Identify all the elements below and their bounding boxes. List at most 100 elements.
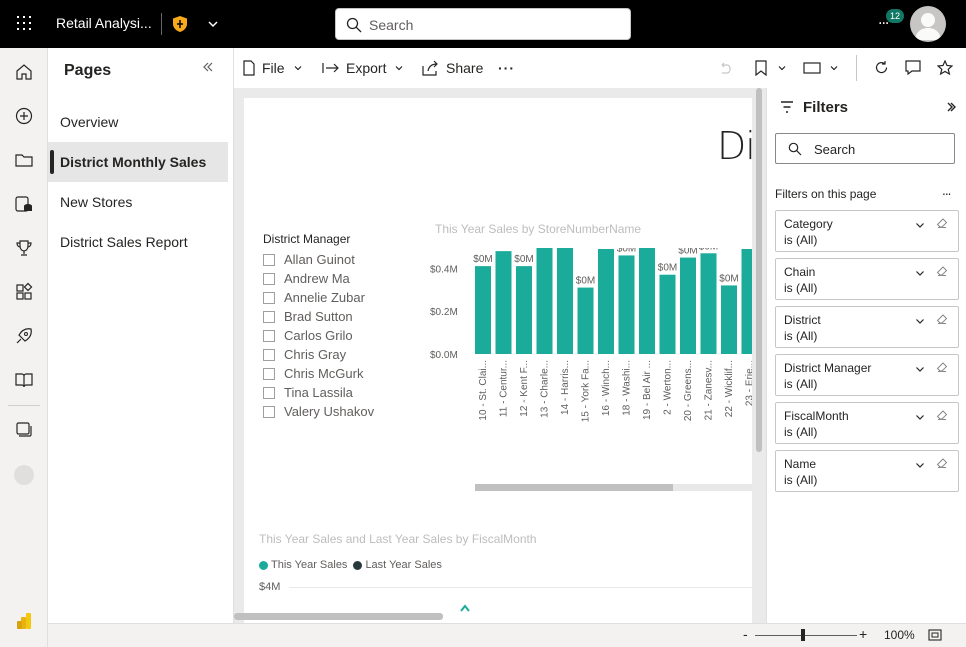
slicer-item[interactable]: Carlos Grilo (263, 326, 353, 345)
apps-icon[interactable] (14, 282, 34, 302)
more-options-icon[interactable]: ... (942, 184, 952, 198)
global-search[interactable] (335, 8, 631, 40)
checkbox[interactable] (263, 310, 275, 323)
slicer-item[interactable]: Allan Guinot (263, 250, 355, 269)
power-bi-logo-icon[interactable] (14, 611, 34, 631)
fit-to-page-icon[interactable] (928, 629, 942, 641)
chart-bar[interactable] (536, 248, 553, 354)
chevron-down-icon[interactable] (914, 315, 926, 327)
chevron-down-icon[interactable] (206, 17, 220, 31)
chevron-down-icon[interactable] (914, 411, 926, 423)
zoom-slider-thumb[interactable] (800, 629, 805, 641)
goals-trophy-icon[interactable] (14, 238, 34, 258)
filter-card[interactable]: District is (All) (775, 306, 959, 348)
page-tab-district-sales-report[interactable]: District Sales Report (48, 222, 228, 262)
file-menu-button[interactable]: File (242, 58, 303, 78)
clear-filter-eraser-icon[interactable] (936, 457, 948, 469)
report-canvas[interactable]: Dis District Manager Allan Guinot Andrew … (234, 88, 766, 623)
chart-bar[interactable] (680, 257, 696, 354)
page-tab-overview[interactable]: Overview (48, 102, 228, 142)
chevron-down-icon[interactable] (914, 267, 926, 279)
caret-up-icon[interactable] (460, 604, 470, 612)
zoom-out-button[interactable]: - (743, 626, 748, 642)
checkbox[interactable] (263, 253, 275, 266)
slicer-item[interactable]: Valery Ushakov (263, 402, 374, 421)
collapse-pane-icon[interactable] (201, 60, 215, 74)
chart-bar[interactable] (639, 248, 655, 354)
slicer-item[interactable]: Annelie Zubar (263, 288, 365, 307)
avatar[interactable] (910, 6, 946, 42)
checkbox[interactable] (263, 272, 275, 285)
bookmark-icon[interactable] (754, 60, 768, 76)
legend-item-this-year[interactable]: This Year Sales (259, 559, 347, 571)
page-tab-new-stores[interactable]: New Stores (48, 182, 228, 222)
favorite-star-icon[interactable] (937, 60, 953, 75)
checkbox[interactable] (263, 348, 275, 361)
filter-card[interactable]: Chain is (All) (775, 258, 959, 300)
data-hub-icon[interactable] (14, 194, 34, 214)
chart-bar[interactable] (700, 253, 717, 354)
home-icon[interactable] (14, 62, 34, 82)
create-icon[interactable] (14, 106, 34, 126)
more-options-button[interactable]: ··· (498, 58, 515, 78)
filter-card[interactable]: District Manager is (All) (775, 354, 959, 396)
chevron-down-icon[interactable] (777, 63, 787, 73)
chart-bar[interactable] (598, 249, 614, 354)
canvas-horizontal-scrollbar[interactable] (234, 613, 443, 620)
chart-bar[interactable] (516, 266, 532, 354)
learn-book-icon[interactable] (14, 370, 34, 390)
clear-filter-eraser-icon[interactable] (936, 265, 948, 277)
chart-bar[interactable] (475, 266, 491, 354)
app-launcher-icon[interactable] (17, 16, 31, 30)
clear-filter-eraser-icon[interactable] (936, 217, 948, 229)
checkbox[interactable] (263, 405, 275, 418)
chart-bar[interactable] (618, 255, 635, 354)
filter-card[interactable]: Category is (All) (775, 210, 959, 252)
export-menu-button[interactable]: Export (322, 58, 404, 78)
sensitivity-shield-icon[interactable] (172, 15, 188, 33)
view-layout-icon[interactable] (803, 61, 821, 75)
page-tab-district-monthly-sales[interactable]: District Monthly Sales (48, 142, 228, 182)
clear-filter-eraser-icon[interactable] (936, 409, 948, 421)
slicer-item[interactable]: Tina Lassila (263, 383, 353, 402)
clear-filter-eraser-icon[interactable] (936, 361, 948, 373)
filter-card[interactable]: FiscalMonth is (All) (775, 402, 959, 444)
checkbox[interactable] (263, 329, 275, 342)
search-input[interactable] (369, 15, 619, 35)
checkbox[interactable] (263, 386, 275, 399)
scrollbar-thumb[interactable] (756, 88, 762, 452)
chevron-down-icon[interactable] (829, 63, 839, 73)
collapse-filters-icon[interactable] (945, 101, 957, 113)
chevron-down-icon[interactable] (914, 363, 926, 375)
comment-icon[interactable] (905, 60, 921, 75)
checkbox[interactable] (263, 291, 275, 304)
chart-bar[interactable] (741, 249, 753, 354)
this-year-sales-bar-chart[interactable]: $0.0M$0.2M$0.4M$0.6M$0M10 - St. Clai...$… (424, 248, 752, 508)
slicer-item[interactable]: Andrew Ma (263, 269, 350, 288)
filter-search[interactable] (775, 133, 955, 164)
chart-horizontal-scrollbar[interactable] (475, 484, 752, 491)
workspaces-icon[interactable] (14, 420, 34, 440)
app-title[interactable]: Retail Analysi... (56, 15, 152, 31)
workspace-avatar[interactable] (14, 465, 34, 485)
filter-card[interactable]: Name is (All) (775, 450, 959, 492)
clear-filter-eraser-icon[interactable] (936, 313, 948, 325)
canvas-vertical-scrollbar[interactable] (754, 88, 764, 452)
share-button[interactable]: Share (422, 58, 483, 78)
deployment-rocket-icon[interactable] (14, 326, 34, 346)
chart-bar[interactable] (659, 274, 676, 354)
slicer-item[interactable]: Chris Gray (263, 345, 346, 364)
zoom-in-button[interactable]: + (859, 626, 867, 642)
checkbox[interactable] (263, 367, 275, 380)
undo-icon[interactable] (718, 61, 732, 75)
chart-bar[interactable] (495, 251, 512, 354)
filter-search-input[interactable] (814, 140, 944, 158)
chart-bar[interactable] (721, 285, 737, 354)
chart-bar[interactable] (577, 287, 594, 354)
legend-item-last-year[interactable]: Last Year Sales (353, 559, 442, 571)
chevron-down-icon[interactable] (914, 219, 926, 231)
chart-bar[interactable] (557, 248, 573, 354)
slicer-item[interactable]: Brad Sutton (263, 307, 353, 326)
refresh-icon[interactable] (874, 60, 889, 75)
scrollbar-thumb[interactable] (475, 484, 673, 491)
